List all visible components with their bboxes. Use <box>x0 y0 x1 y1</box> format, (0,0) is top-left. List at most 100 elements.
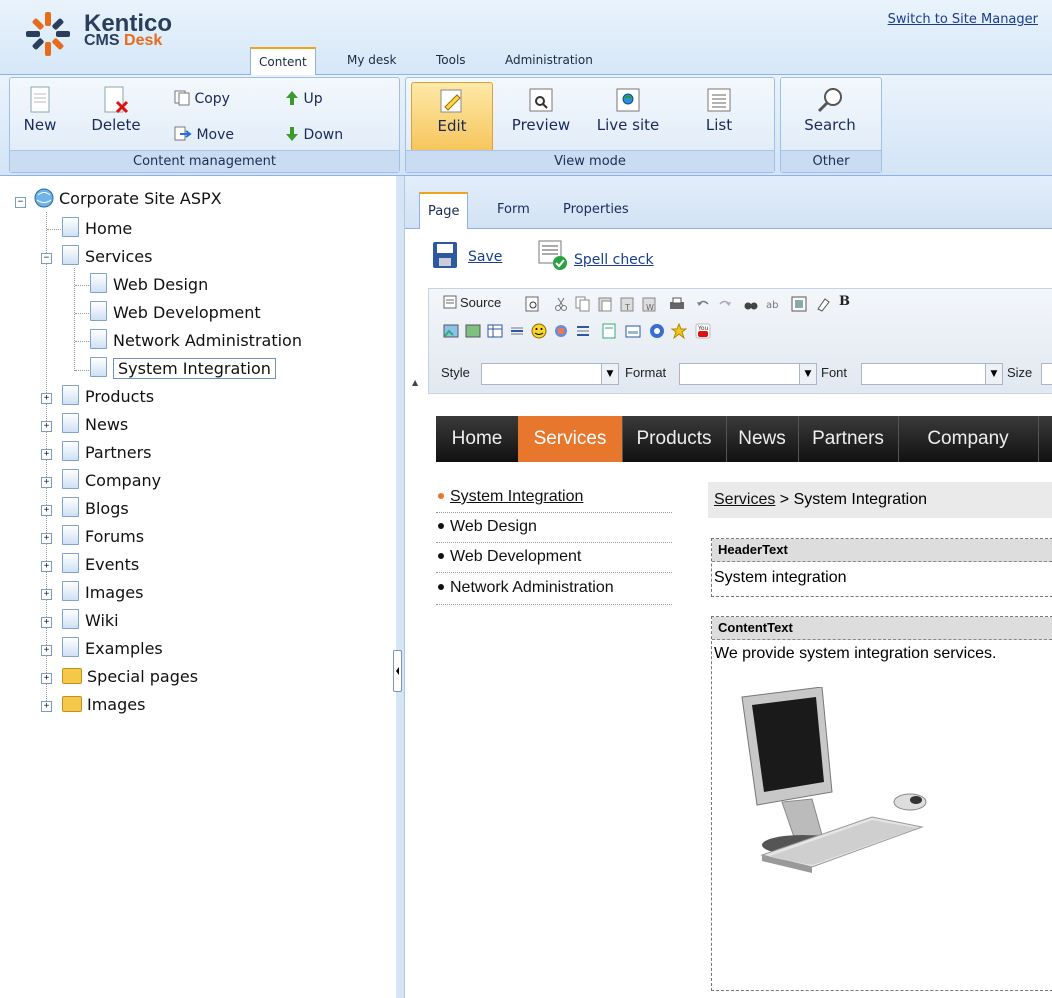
collapse-root-toggle[interactable]: − <box>15 197 26 208</box>
site-nav-news[interactable]: News <box>726 416 799 462</box>
toolbar-collapse-icon[interactable]: ▲ <box>412 378 422 388</box>
preview-doc-icon[interactable] <box>525 296 541 312</box>
star-icon[interactable] <box>671 323 687 339</box>
expand-events-toggle[interactable]: + <box>41 561 52 572</box>
tab-properties[interactable]: Properties <box>555 192 637 228</box>
replace-icon[interactable]: ab <box>765 296 781 312</box>
flash-icon[interactable] <box>649 323 665 339</box>
site-nav-partners[interactable]: Partners <box>798 416 899 462</box>
tree-item-web-design[interactable]: Web Design <box>90 272 208 298</box>
tree-item-partners[interactable]: Partners <box>62 440 151 466</box>
tab-my-desk[interactable]: My desk <box>339 47 404 74</box>
tab-administration[interactable]: Administration <box>497 47 601 74</box>
site-menu-web-development[interactable]: Web Development <box>438 548 581 566</box>
down-button[interactable]: Down <box>285 126 343 143</box>
tab-tools[interactable]: Tools <box>428 47 474 74</box>
tree-item-images-folder[interactable]: Images <box>62 692 145 718</box>
horizontal-rule-icon[interactable] <box>509 323 525 339</box>
tree-item-network-administration[interactable]: Network Administration <box>90 328 302 354</box>
tree-item-company[interactable]: Company <box>62 468 161 494</box>
expand-company-toggle[interactable]: + <box>41 477 52 488</box>
bold-button[interactable]: B <box>839 294 850 309</box>
switch-to-site-manager-link[interactable]: Switch to Site Manager <box>888 12 1038 27</box>
expand-images-toggle[interactable]: + <box>41 589 52 600</box>
tree-item-blogs[interactable]: Blogs <box>62 496 129 522</box>
copy-button[interactable]: Copy <box>174 90 230 107</box>
tree-item-events[interactable]: Events <box>62 552 139 578</box>
site-menu-system-integration[interactable]: System Integration <box>438 488 583 506</box>
template-icon[interactable] <box>601 323 617 339</box>
spell-check-action[interactable]: Spell check <box>538 240 654 272</box>
delete-button[interactable]: Delete <box>88 86 144 134</box>
format-select[interactable]: ▼ <box>679 363 817 385</box>
expand-images-folder-toggle[interactable]: + <box>41 701 52 712</box>
source-button[interactable]: Source <box>443 295 501 310</box>
live-site-button[interactable]: Live site <box>592 86 664 134</box>
expand-forums-toggle[interactable]: + <box>41 533 52 544</box>
size-select[interactable] <box>1041 363 1052 385</box>
tree-root[interactable]: Corporate Site ASPX <box>33 186 222 212</box>
print-icon[interactable] <box>669 296 685 312</box>
paste-text-icon[interactable]: T <box>619 296 635 312</box>
font-select[interactable]: ▼ <box>861 363 1003 385</box>
tree-item-system-integration[interactable]: System Integration <box>90 356 276 382</box>
paste-icon[interactable] <box>597 296 613 312</box>
up-button[interactable]: Up <box>285 90 323 107</box>
search-button[interactable]: Search <box>795 86 865 134</box>
tree-item-services[interactable]: Services <box>62 244 152 270</box>
move-button[interactable]: Move <box>174 126 234 143</box>
copy-icon[interactable] <box>575 296 591 312</box>
expand-special-pages-toggle[interactable]: + <box>41 673 52 684</box>
tree-item-forums[interactable]: Forums <box>62 524 144 550</box>
cut-icon[interactable] <box>553 296 569 312</box>
header-text-webpart[interactable]: HeaderText System integration <box>711 538 1052 597</box>
list-button[interactable]: List <box>694 86 744 134</box>
tree-item-images[interactable]: Images <box>62 580 143 606</box>
breadcrumb-services-link[interactable]: Services <box>714 491 775 508</box>
page-break-icon[interactable] <box>575 323 591 339</box>
preview-button[interactable]: Preview <box>506 86 576 134</box>
special-char-icon[interactable] <box>553 323 569 339</box>
site-nav-products[interactable]: Products <box>622 416 727 462</box>
tree-item-home[interactable]: Home <box>62 216 132 242</box>
collapse-tree-handle[interactable] <box>393 650 402 692</box>
panel-splitter[interactable] <box>396 176 405 998</box>
content-text-webpart[interactable]: ContentText We provide system integratio… <box>711 616 1052 991</box>
site-nav-services[interactable]: Services <box>518 416 623 462</box>
site-nav-company[interactable]: Company <box>898 416 1039 462</box>
expand-examples-toggle[interactable]: + <box>41 645 52 656</box>
tree-item-news[interactable]: News <box>62 412 128 438</box>
form-icon[interactable] <box>625 323 641 339</box>
insert-table-icon[interactable] <box>487 323 503 339</box>
select-all-icon[interactable] <box>791 296 807 312</box>
new-button[interactable]: New <box>20 86 60 134</box>
site-menu-web-design[interactable]: Web Design <box>438 518 537 536</box>
edit-button[interactable]: Edit <box>411 82 493 154</box>
tree-item-web-development[interactable]: Web Development <box>90 300 261 326</box>
tab-content[interactable]: Content <box>250 47 316 75</box>
site-nav-home[interactable]: Home <box>436 416 519 462</box>
expand-blogs-toggle[interactable]: + <box>41 505 52 516</box>
find-icon[interactable] <box>743 296 759 312</box>
insert-image-icon[interactable] <box>443 323 459 339</box>
style-select[interactable]: ▼ <box>481 363 619 385</box>
smiley-icon[interactable] <box>531 323 547 339</box>
redo-icon[interactable] <box>717 296 733 312</box>
expand-wiki-toggle[interactable]: + <box>41 617 52 628</box>
remove-format-icon[interactable] <box>815 296 831 312</box>
youtube-icon[interactable]: You <box>695 323 711 339</box>
undo-icon[interactable] <box>695 296 711 312</box>
collapse-services-toggle[interactable]: − <box>41 253 52 264</box>
save-action[interactable]: Save <box>432 241 502 269</box>
tree-item-special-pages[interactable]: Special pages <box>62 664 198 690</box>
expand-partners-toggle[interactable]: + <box>41 449 52 460</box>
tab-form[interactable]: Form <box>489 192 538 228</box>
tree-item-wiki[interactable]: Wiki <box>62 608 119 634</box>
expand-news-toggle[interactable]: + <box>41 421 52 432</box>
paste-word-icon[interactable]: W <box>641 296 657 312</box>
tree-item-products[interactable]: Products <box>62 384 154 410</box>
expand-products-toggle[interactable]: + <box>41 393 52 404</box>
insert-media-icon[interactable] <box>465 323 481 339</box>
tree-item-examples[interactable]: Examples <box>62 636 163 662</box>
site-menu-network-administration[interactable]: Network Administration <box>438 579 614 597</box>
